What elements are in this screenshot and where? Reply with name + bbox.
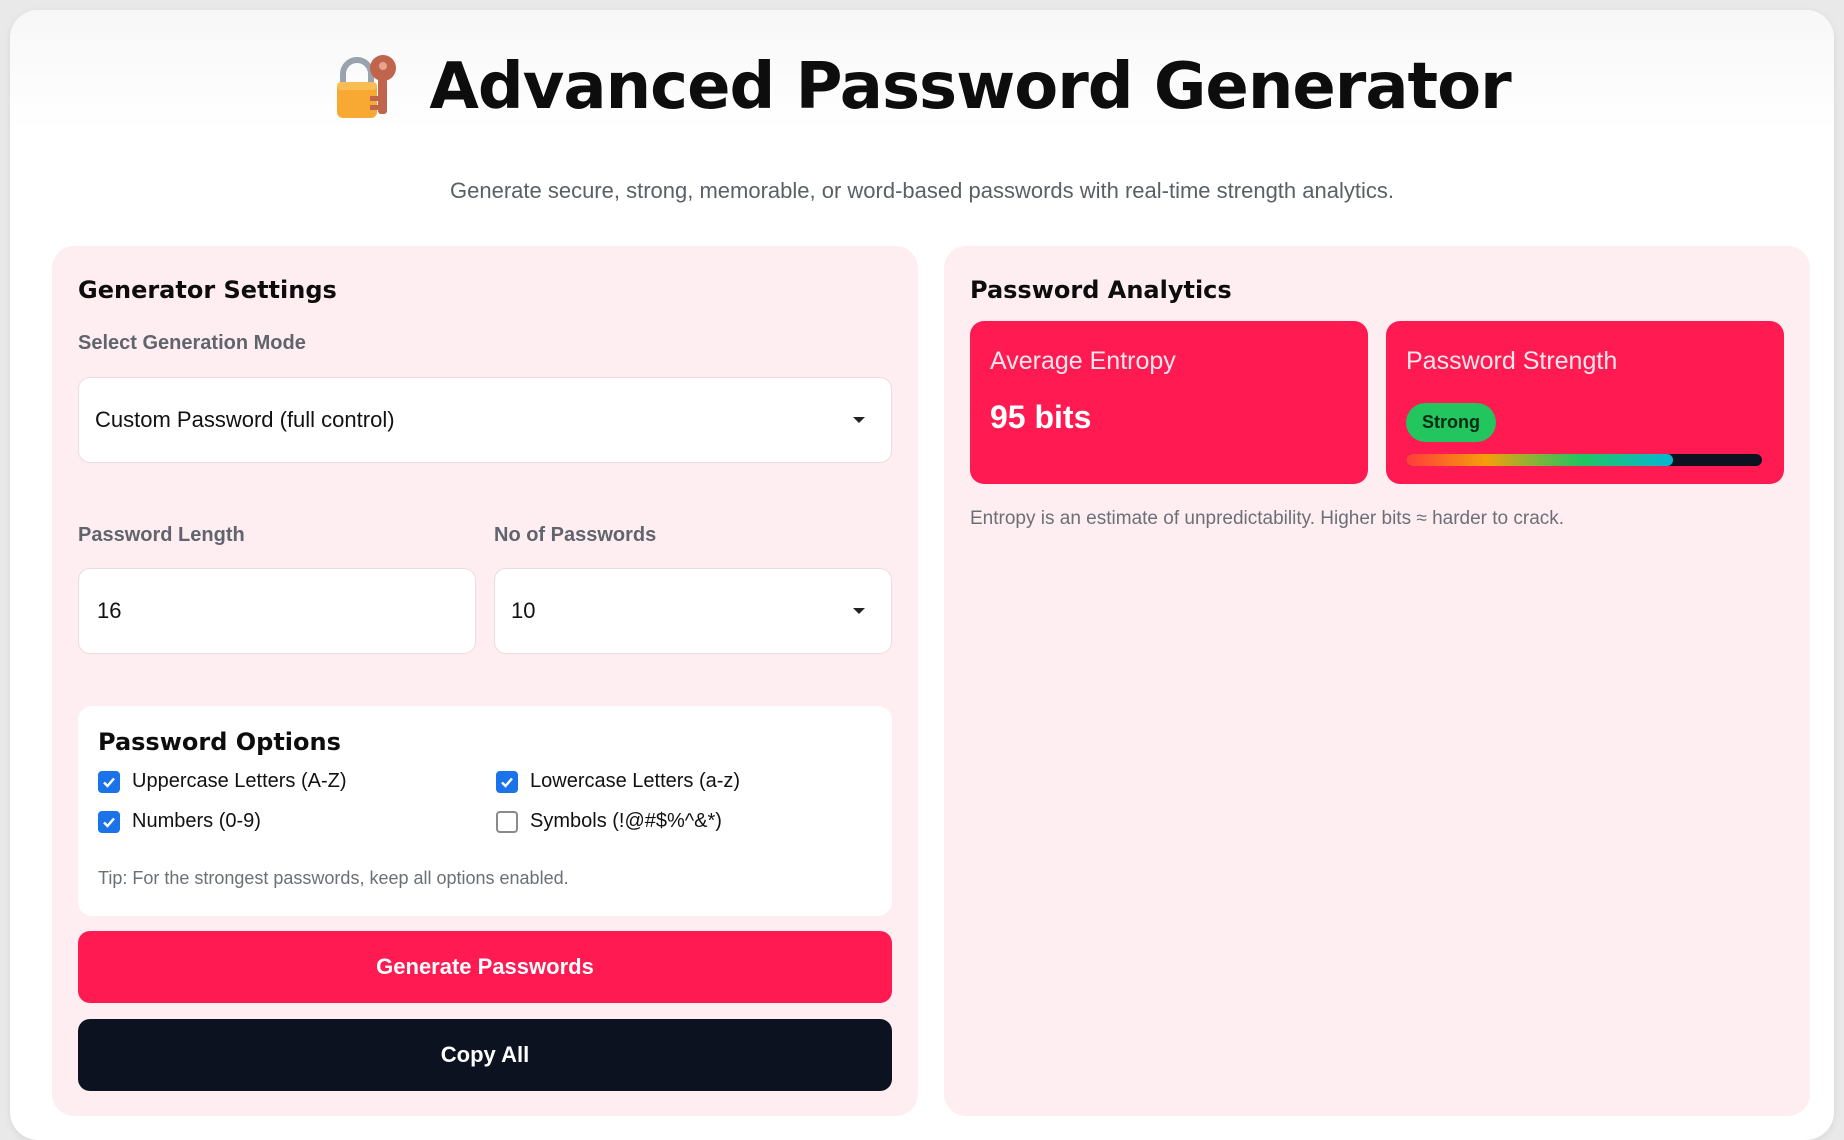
numbers-checkbox[interactable] xyxy=(98,810,120,833)
options-tip: Tip: For the strongest passwords, keep a… xyxy=(98,868,569,888)
chevron-down-icon xyxy=(853,417,865,423)
password-options-title: Password Options xyxy=(98,728,341,756)
checkmark-icon xyxy=(103,777,115,788)
chevron-down-icon xyxy=(853,608,865,614)
average-entropy-label: Average Entropy xyxy=(990,347,1176,375)
generator-settings-title: Generator Settings xyxy=(78,276,337,304)
strength-meter-fill xyxy=(1406,454,1673,466)
password-length-input[interactable]: 16 xyxy=(78,568,476,654)
lowercase-label: Lowercase Letters (a-z) xyxy=(530,770,741,792)
header: Advanced Password Generator Generate sec… xyxy=(10,10,1834,210)
generator-settings-panel: Generator Settings Select Generation Mod… xyxy=(52,246,918,1116)
uppercase-checkbox[interactable] xyxy=(98,770,120,793)
password-analytics-title: Password Analytics xyxy=(970,276,1232,304)
length-label: Password Length xyxy=(78,524,245,546)
password-count-select[interactable]: 10 xyxy=(494,568,892,654)
option-symbols[interactable]: Symbols (!@#$%^&*) xyxy=(496,810,722,833)
uppercase-label: Uppercase Letters (A-Z) xyxy=(132,770,347,792)
average-entropy-card: Average Entropy 95 bits xyxy=(970,321,1368,484)
mode-label: Select Generation Mode xyxy=(78,332,306,354)
mode-select[interactable]: Custom Password (full control) xyxy=(78,377,892,463)
option-lowercase[interactable]: Lowercase Letters (a-z) xyxy=(496,770,740,793)
strength-badge: Strong xyxy=(1406,403,1496,442)
title-row: Advanced Password Generator xyxy=(10,50,1834,124)
password-options-box: Password Options Uppercase Letters (A-Z)… xyxy=(78,706,892,916)
symbols-checkbox[interactable] xyxy=(496,810,518,833)
checkmark-icon xyxy=(501,777,513,788)
option-uppercase[interactable]: Uppercase Letters (A-Z) xyxy=(98,770,347,793)
page-title: Advanced Password Generator xyxy=(429,50,1511,124)
checkmark-icon xyxy=(103,817,115,828)
numbers-label: Numbers (0-9) xyxy=(132,810,261,832)
lowercase-checkbox[interactable] xyxy=(496,770,518,793)
password-strength-label: Password Strength xyxy=(1406,347,1618,375)
symbols-label: Symbols (!@#$%^&*) xyxy=(530,810,722,832)
mode-select-value: Custom Password (full control) xyxy=(95,407,395,432)
average-entropy-value: 95 bits xyxy=(990,399,1092,435)
page-subtitle: Generate secure, strong, memorable, or w… xyxy=(450,178,1394,203)
locked-with-key-icon xyxy=(337,55,397,118)
password-analytics-panel: Password Analytics Average Entropy 95 bi… xyxy=(944,246,1810,1116)
copy-all-button[interactable]: Copy All xyxy=(78,1019,892,1091)
generate-passwords-button[interactable]: Generate Passwords xyxy=(78,931,892,1003)
app-page: Advanced Password Generator Generate sec… xyxy=(10,10,1834,1140)
option-numbers[interactable]: Numbers (0-9) xyxy=(98,810,261,833)
password-count-value: 10 xyxy=(511,598,536,623)
count-label: No of Passwords xyxy=(494,524,657,546)
entropy-note: Entropy is an estimate of unpredictabili… xyxy=(970,508,1565,529)
password-strength-card: Password Strength Strong xyxy=(1386,321,1784,484)
strength-meter xyxy=(1406,454,1762,466)
password-length-value: 16 xyxy=(97,598,122,623)
